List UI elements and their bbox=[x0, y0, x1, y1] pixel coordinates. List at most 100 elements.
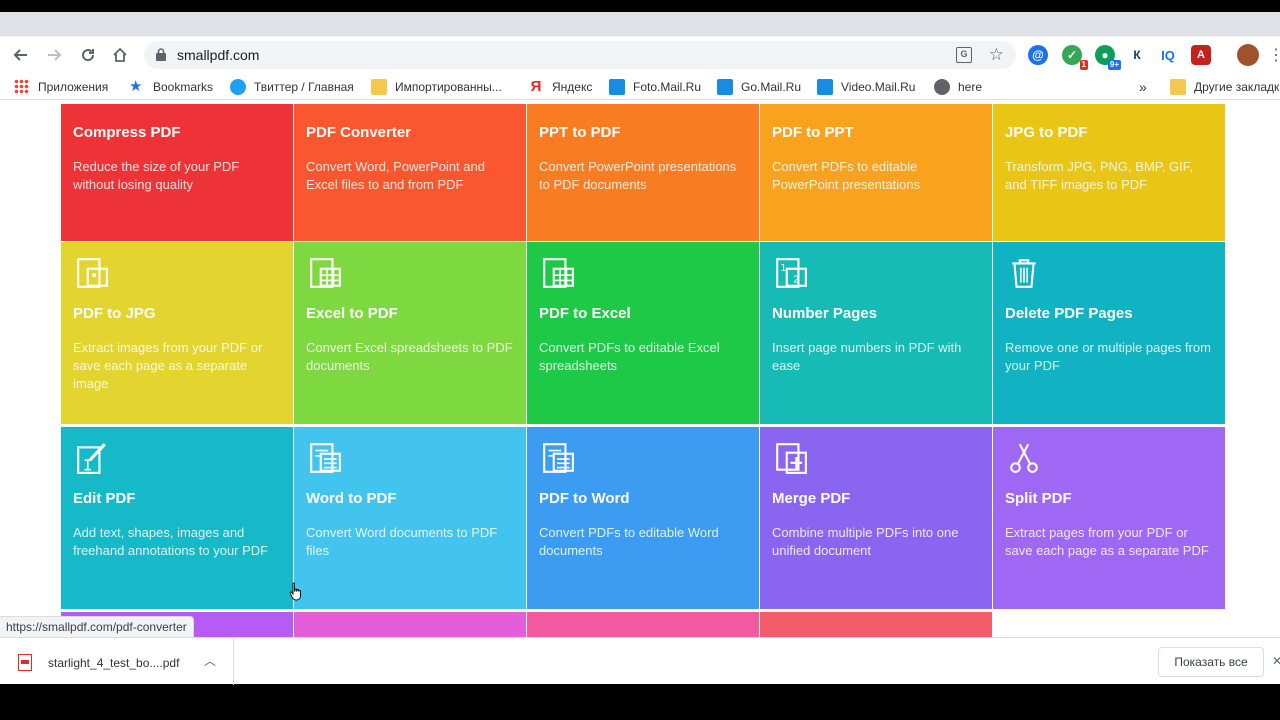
tool-title: PDF Converter bbox=[306, 124, 412, 141]
extension-iq-icon[interactable]: IQ bbox=[1158, 45, 1178, 65]
bookmark-item[interactable]: Импортированны... bbox=[371, 78, 502, 96]
tool-description: Convert Word documents to PDF files bbox=[306, 525, 498, 558]
tab[interactable] bbox=[0, 12, 150, 36]
number-pages-icon: 12 bbox=[776, 258, 807, 288]
tool-title: Number Pages bbox=[772, 305, 878, 322]
apps-grid-icon bbox=[14, 79, 30, 95]
tool-tile-partial[interactable] bbox=[294, 612, 526, 637]
arrow-left-icon bbox=[13, 49, 27, 61]
tool-description: Combine multiple PDFs into one unified d… bbox=[772, 525, 959, 558]
tool-tile[interactable]: 1 2 Number Pages Insert page numbers in PDF… bbox=[760, 242, 992, 424]
extension-badge: 1 bbox=[1079, 60, 1088, 70]
folder-icon bbox=[371, 79, 387, 95]
chevron-up-icon[interactable]: ︿ bbox=[204, 652, 216, 669]
edit-icon bbox=[77, 443, 106, 474]
tool-title: Excel to PDF bbox=[306, 305, 398, 322]
tool-description: Reduce the size of your PDF without losi… bbox=[73, 159, 240, 192]
extension-mail-icon[interactable]: @ bbox=[1028, 45, 1048, 65]
home-button[interactable] bbox=[108, 43, 132, 67]
tool-tile[interactable]: PPT to PDF Convert PowerPoint presentatio… bbox=[527, 104, 759, 241]
tab-strip bbox=[0, 12, 1280, 36]
profile-avatar[interactable] bbox=[1237, 44, 1259, 66]
tool-description: Convert PDFs to editable Word documents bbox=[539, 525, 719, 558]
bookmark-item[interactable]: Я Яндекс bbox=[528, 78, 593, 96]
bookmark-label: Другие закладк bbox=[1194, 80, 1280, 94]
show-all-button[interactable]: Показать все bbox=[1158, 647, 1264, 677]
tool-title: Word to PDF bbox=[306, 490, 397, 507]
scissors-icon bbox=[1010, 443, 1038, 473]
bookmark-other[interactable]: Другие закладк bbox=[1170, 78, 1279, 96]
bookmark-item[interactable]: ★ Bookmarks bbox=[129, 78, 213, 96]
tool-tile[interactable]: PDF to Word Convert PDFs to editable Word… bbox=[527, 427, 759, 609]
bookmark-apps[interactable]: Приложения bbox=[14, 78, 108, 96]
tool-title: Split PDF bbox=[1005, 490, 1072, 507]
twitter-icon bbox=[230, 79, 246, 95]
tool-tile[interactable]: JPG to PDF Transform JPG, PNG, BMP, GIF, … bbox=[993, 104, 1225, 241]
globe-icon bbox=[934, 79, 950, 95]
tool-title: PDF to Excel bbox=[539, 305, 631, 322]
bookmark-item[interactable]: Твиттер / Главная bbox=[230, 78, 354, 96]
bookmark-label: Go.Mail.Ru bbox=[741, 80, 802, 94]
tool-description: Insert page numbers in PDF with ease bbox=[772, 340, 962, 373]
hand-cursor-icon bbox=[289, 582, 301, 601]
extension-chat-icon[interactable]: ● 9+ bbox=[1095, 45, 1121, 70]
tool-description: Remove one or multiple pages from your P… bbox=[1005, 340, 1211, 373]
svg-text:1: 1 bbox=[780, 263, 786, 274]
video-icon bbox=[817, 79, 833, 95]
extension-k-icon[interactable]: К bbox=[1127, 45, 1147, 65]
close-icon[interactable]: ✕ bbox=[1272, 654, 1280, 668]
extension-pdf-icon[interactable]: A bbox=[1191, 45, 1211, 65]
bookmark-label: here bbox=[958, 80, 983, 94]
reload-button[interactable] bbox=[76, 43, 100, 67]
bookmark-item[interactable]: Video.Mail.Ru bbox=[817, 78, 915, 96]
tool-description: Add text, shapes, images and freehand an… bbox=[73, 525, 269, 558]
bookmark-item[interactable]: Foto.Mail.Ru bbox=[609, 78, 701, 96]
tool-description: Transform JPG, PNG, BMP, GIF, and TIFF i… bbox=[1005, 159, 1193, 192]
download-filename: starlight_4_test_bo....pdf bbox=[48, 656, 180, 670]
folder-icon bbox=[1170, 79, 1186, 95]
translate-icon[interactable]: G bbox=[956, 47, 972, 63]
bookmark-item[interactable]: here bbox=[934, 78, 982, 96]
tool-tile-partial[interactable] bbox=[527, 612, 759, 637]
tool-tile[interactable]: Delete PDF Pages Remove one or multiple p… bbox=[993, 242, 1225, 424]
bookmark-label: Импортированны... bbox=[395, 80, 502, 94]
tool-title: Compress PDF bbox=[73, 124, 181, 141]
tool-tile[interactable]: Split PDF Extract pages from your PDF or … bbox=[993, 427, 1225, 609]
bookmark-label: Bookmarks bbox=[153, 80, 214, 94]
bookmark-label: Video.Mail.Ru bbox=[841, 80, 916, 94]
tool-description: Convert PDFs to editable PowerPoint pres… bbox=[772, 159, 921, 192]
extension-check-icon[interactable]: ✓ 1 bbox=[1062, 45, 1088, 70]
tool-tile-partial[interactable] bbox=[760, 612, 992, 637]
tool-tile[interactable]: PDF Converter Convert Word, PowerPoint an… bbox=[294, 104, 526, 241]
yandex-icon: Я bbox=[530, 78, 542, 95]
download-item[interactable]: starlight_4_test_bo....pdf ︿ bbox=[0, 638, 234, 685]
tool-title: JPG to PDF bbox=[1005, 124, 1088, 141]
tool-tile[interactable]: PDF to JPG Extract images from your PDF o… bbox=[61, 242, 293, 424]
forward-button[interactable] bbox=[42, 43, 66, 67]
address-bar[interactable]: smallpdf.com G ☆ bbox=[144, 41, 1016, 69]
bookmark-item[interactable]: Go.Mail.Ru bbox=[717, 78, 801, 96]
bookmark-label: Foto.Mail.Ru bbox=[633, 80, 702, 94]
tool-title: PDF to Word bbox=[539, 490, 630, 507]
tool-tile[interactable]: Excel to PDF Convert Excel spreadsheets t… bbox=[294, 242, 526, 424]
document-icon bbox=[543, 443, 574, 473]
tool-tile[interactable]: PDF to PPT Convert PDFs to editable Power… bbox=[760, 104, 992, 241]
tool-tile[interactable]: Merge PDF Combine multiple PDFs into one … bbox=[760, 427, 992, 609]
tool-tile[interactable]: PDF to Excel Convert PDFs to editable Exc… bbox=[527, 242, 759, 424]
screen: smallpdf.com G ☆ @ ✓ 1 ● 9+ К IQ A ⋮ Прило… bbox=[0, 0, 1280, 720]
tool-tile[interactable]: Word to PDF Convert Word documents to PDF… bbox=[294, 427, 526, 609]
back-button[interactable] bbox=[9, 43, 33, 67]
tool-tile[interactable]: Compress PDF Reduce the size of your PDF … bbox=[61, 104, 293, 241]
url-text: smallpdf.com bbox=[177, 47, 260, 63]
tool-tile[interactable]: Edit PDF Add text, shapes, images and fre… bbox=[61, 427, 293, 609]
bookmark-star-icon[interactable]: ☆ bbox=[989, 45, 1004, 65]
browser-toolbar: smallpdf.com G ☆ @ ✓ 1 ● 9+ К IQ A ⋮ bbox=[0, 36, 1280, 72]
tool-title: PPT to PDF bbox=[539, 124, 621, 141]
menu-button[interactable]: ⋮ bbox=[1264, 43, 1280, 67]
spreadsheet-icon bbox=[310, 258, 341, 288]
lock-icon bbox=[156, 48, 166, 61]
tool-title: Edit PDF bbox=[73, 490, 136, 507]
tool-title: PDF to PPT bbox=[772, 124, 854, 141]
bookmarks-overflow-button[interactable]: » bbox=[1139, 78, 1147, 96]
arrow-right-icon bbox=[48, 49, 62, 61]
